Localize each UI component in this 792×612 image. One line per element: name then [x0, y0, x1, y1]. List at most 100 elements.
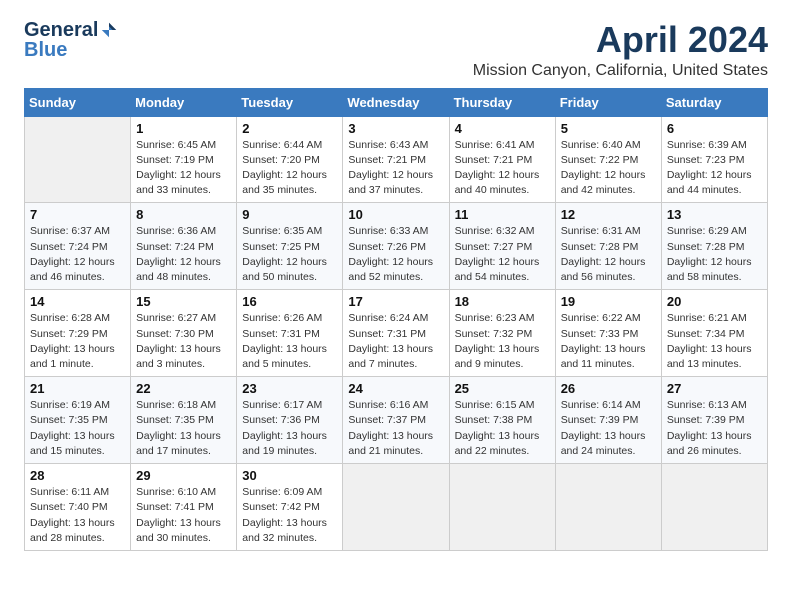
weekday-header-tuesday: Tuesday — [237, 88, 343, 116]
day-number: 13 — [667, 207, 762, 222]
day-number: 11 — [455, 207, 550, 222]
day-info: Sunrise: 6:19 AMSunset: 7:35 PMDaylight:… — [30, 398, 125, 459]
day-number: 16 — [242, 294, 337, 309]
calendar-cell: 27 Sunrise: 6:13 AMSunset: 7:39 PMDayligh… — [661, 377, 767, 464]
day-number: 20 — [667, 294, 762, 309]
day-number: 3 — [348, 121, 443, 136]
day-info: Sunrise: 6:31 AMSunset: 7:28 PMDaylight:… — [561, 224, 656, 285]
logo-icon — [100, 21, 118, 39]
day-number: 17 — [348, 294, 443, 309]
calendar-cell: 8 Sunrise: 6:36 AMSunset: 7:24 PMDaylight… — [131, 203, 237, 290]
weekday-header-saturday: Saturday — [661, 88, 767, 116]
weekday-header-row: SundayMondayTuesdayWednesdayThursdayFrid… — [25, 88, 768, 116]
day-info: Sunrise: 6:26 AMSunset: 7:31 PMDaylight:… — [242, 311, 337, 372]
day-info: Sunrise: 6:40 AMSunset: 7:22 PMDaylight:… — [561, 138, 656, 199]
week-row-2: 7 Sunrise: 6:37 AMSunset: 7:24 PMDaylight… — [25, 203, 768, 290]
day-info: Sunrise: 6:14 AMSunset: 7:39 PMDaylight:… — [561, 398, 656, 459]
day-number: 18 — [455, 294, 550, 309]
calendar-cell — [25, 116, 131, 203]
calendar-cell — [343, 464, 449, 551]
day-info: Sunrise: 6:41 AMSunset: 7:21 PMDaylight:… — [455, 138, 550, 199]
day-info: Sunrise: 6:22 AMSunset: 7:33 PMDaylight:… — [561, 311, 656, 372]
day-info: Sunrise: 6:36 AMSunset: 7:24 PMDaylight:… — [136, 224, 231, 285]
calendar-cell — [555, 464, 661, 551]
calendar-cell: 15 Sunrise: 6:27 AMSunset: 7:30 PMDayligh… — [131, 290, 237, 377]
day-info: Sunrise: 6:18 AMSunset: 7:35 PMDaylight:… — [136, 398, 231, 459]
calendar-cell — [661, 464, 767, 551]
week-row-1: 1 Sunrise: 6:45 AMSunset: 7:19 PMDaylight… — [25, 116, 768, 203]
day-info: Sunrise: 6:35 AMSunset: 7:25 PMDaylight:… — [242, 224, 337, 285]
calendar-cell: 25 Sunrise: 6:15 AMSunset: 7:38 PMDayligh… — [449, 377, 555, 464]
day-number: 8 — [136, 207, 231, 222]
day-info: Sunrise: 6:27 AMSunset: 7:30 PMDaylight:… — [136, 311, 231, 372]
day-info: Sunrise: 6:28 AMSunset: 7:29 PMDaylight:… — [30, 311, 125, 372]
calendar-table: SundayMondayTuesdayWednesdayThursdayFrid… — [24, 88, 768, 551]
calendar-cell: 10 Sunrise: 6:33 AMSunset: 7:26 PMDayligh… — [343, 203, 449, 290]
week-row-5: 28Sunrise: 6:11 AMSunset: 7:40 PMDayligh… — [25, 464, 768, 551]
calendar-cell: 28Sunrise: 6:11 AMSunset: 7:40 PMDayligh… — [25, 464, 131, 551]
day-number: 10 — [348, 207, 443, 222]
day-number: 14 — [30, 294, 125, 309]
calendar-cell: 12 Sunrise: 6:31 AMSunset: 7:28 PMDayligh… — [555, 203, 661, 290]
calendar-cell: 23Sunrise: 6:17 AMSunset: 7:36 PMDayligh… — [237, 377, 343, 464]
calendar-cell: 13 Sunrise: 6:29 AMSunset: 7:28 PMDayligh… — [661, 203, 767, 290]
day-number: 9 — [242, 207, 337, 222]
calendar-cell: 18 Sunrise: 6:23 AMSunset: 7:32 PMDayligh… — [449, 290, 555, 377]
day-info: Sunrise: 6:43 AMSunset: 7:21 PMDaylight:… — [348, 138, 443, 199]
logo-blue-text: Blue — [24, 40, 67, 60]
day-info: Sunrise: 6:29 AMSunset: 7:28 PMDaylight:… — [667, 224, 762, 285]
day-info: Sunrise: 6:11 AMSunset: 7:40 PMDaylight:… — [30, 485, 125, 546]
day-number: 5 — [561, 121, 656, 136]
calendar-cell: 6 Sunrise: 6:39 AMSunset: 7:23 PMDaylight… — [661, 116, 767, 203]
day-info: Sunrise: 6:15 AMSunset: 7:38 PMDaylight:… — [455, 398, 550, 459]
day-info: Sunrise: 6:39 AMSunset: 7:23 PMDaylight:… — [667, 138, 762, 199]
day-info: Sunrise: 6:45 AMSunset: 7:19 PMDaylight:… — [136, 138, 231, 199]
day-info: Sunrise: 6:09 AMSunset: 7:42 PMDaylight:… — [242, 485, 337, 546]
day-info: Sunrise: 6:23 AMSunset: 7:32 PMDaylight:… — [455, 311, 550, 372]
weekday-header-friday: Friday — [555, 88, 661, 116]
calendar-cell: 19 Sunrise: 6:22 AMSunset: 7:33 PMDayligh… — [555, 290, 661, 377]
day-number: 6 — [667, 121, 762, 136]
calendar-cell: 4 Sunrise: 6:41 AMSunset: 7:21 PMDaylight… — [449, 116, 555, 203]
calendar-cell: 21 Sunrise: 6:19 AMSunset: 7:35 PMDayligh… — [25, 377, 131, 464]
day-number: 15 — [136, 294, 231, 309]
calendar-cell: 3 Sunrise: 6:43 AMSunset: 7:21 PMDaylight… — [343, 116, 449, 203]
calendar-cell: 16 Sunrise: 6:26 AMSunset: 7:31 PMDayligh… — [237, 290, 343, 377]
day-number: 29 — [136, 468, 231, 483]
calendar-cell: 9 Sunrise: 6:35 AMSunset: 7:25 PMDaylight… — [237, 203, 343, 290]
day-info: Sunrise: 6:24 AMSunset: 7:31 PMDaylight:… — [348, 311, 443, 372]
day-number: 27 — [667, 381, 762, 396]
day-number: 7 — [30, 207, 125, 222]
header: General Blue April 2024 Mission Canyon, … — [24, 20, 768, 80]
day-number: 30 — [242, 468, 337, 483]
day-number: 26 — [561, 381, 656, 396]
weekday-header-sunday: Sunday — [25, 88, 131, 116]
weekday-header-thursday: Thursday — [449, 88, 555, 116]
day-info: Sunrise: 6:21 AMSunset: 7:34 PMDaylight:… — [667, 311, 762, 372]
day-info: Sunrise: 6:32 AMSunset: 7:27 PMDaylight:… — [455, 224, 550, 285]
day-info: Sunrise: 6:37 AMSunset: 7:24 PMDaylight:… — [30, 224, 125, 285]
day-number: 1 — [136, 121, 231, 136]
day-info: Sunrise: 6:44 AMSunset: 7:20 PMDaylight:… — [242, 138, 337, 199]
day-info: Sunrise: 6:16 AMSunset: 7:37 PMDaylight:… — [348, 398, 443, 459]
day-info: Sunrise: 6:17 AMSunset: 7:36 PMDaylight:… — [242, 398, 337, 459]
day-number: 21 — [30, 381, 125, 396]
day-number: 12 — [561, 207, 656, 222]
calendar-cell: 17 Sunrise: 6:24 AMSunset: 7:31 PMDayligh… — [343, 290, 449, 377]
calendar-cell: 24Sunrise: 6:16 AMSunset: 7:37 PMDayligh… — [343, 377, 449, 464]
logo-general-text: General — [24, 20, 98, 40]
day-info: Sunrise: 6:33 AMSunset: 7:26 PMDaylight:… — [348, 224, 443, 285]
day-number: 25 — [455, 381, 550, 396]
calendar-cell: 1 Sunrise: 6:45 AMSunset: 7:19 PMDaylight… — [131, 116, 237, 203]
day-number: 4 — [455, 121, 550, 136]
weekday-header-wednesday: Wednesday — [343, 88, 449, 116]
calendar-cell: 11 Sunrise: 6:32 AMSunset: 7:27 PMDayligh… — [449, 203, 555, 290]
weekday-header-monday: Monday — [131, 88, 237, 116]
day-number: 19 — [561, 294, 656, 309]
calendar-cell: 14 Sunrise: 6:28 AMSunset: 7:29 PMDayligh… — [25, 290, 131, 377]
day-info: Sunrise: 6:13 AMSunset: 7:39 PMDaylight:… — [667, 398, 762, 459]
week-row-3: 14 Sunrise: 6:28 AMSunset: 7:29 PMDayligh… — [25, 290, 768, 377]
calendar-cell: 7 Sunrise: 6:37 AMSunset: 7:24 PMDaylight… — [25, 203, 131, 290]
calendar-cell: 29Sunrise: 6:10 AMSunset: 7:41 PMDayligh… — [131, 464, 237, 551]
calendar-cell: 2Sunrise: 6:44 AMSunset: 7:20 PMDaylight… — [237, 116, 343, 203]
